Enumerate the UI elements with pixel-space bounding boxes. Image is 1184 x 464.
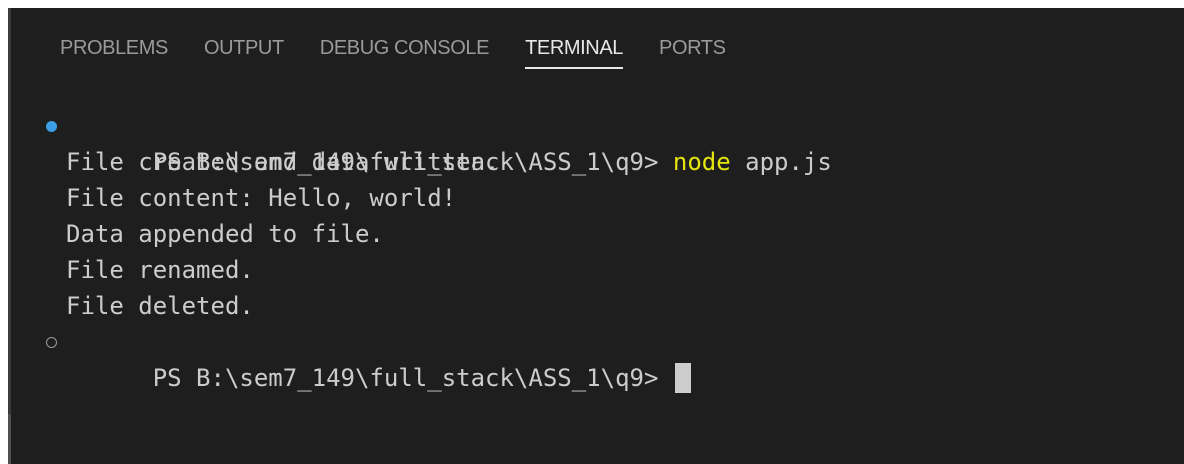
terminal-cursor — [674, 363, 691, 393]
prompt-text: PS B:\sem7_149\full_stack\ASS_1\q9> — [152, 364, 673, 392]
tab-output[interactable]: OUTPUT — [204, 8, 284, 88]
panel-tab-bar: PROBLEMS OUTPUT DEBUG CONSOLE TERMINAL P… — [60, 8, 762, 88]
output-line: File renamed. — [66, 256, 254, 284]
terminal-panel: PROBLEMS OUTPUT DEBUG CONSOLE TERMINAL P… — [8, 8, 1184, 464]
output-line: File created and data written. — [66, 148, 500, 176]
tab-ports[interactable]: PORTS — [659, 8, 726, 88]
prompt-line[interactable]: PS B:\sem7_149\full_stack\ASS_1\q9> — [8, 324, 1184, 393]
left-edge-accent — [8, 414, 11, 464]
tab-debug-console[interactable]: DEBUG CONSOLE — [320, 8, 490, 88]
command-line: PS B:\sem7_149\full_stack\ASS_1\q9> node… — [8, 108, 1184, 176]
command-pending-dot-icon[interactable] — [46, 337, 57, 348]
command-success-dot-icon[interactable] — [46, 121, 57, 132]
tab-terminal[interactable]: TERMINAL — [525, 8, 623, 88]
output-line: File content: Hello, world! — [66, 184, 457, 212]
terminal-output[interactable]: PS B:\sem7_149\full_stack\ASS_1\q9> node… — [8, 108, 1184, 393]
output-line: Data appended to file. — [66, 220, 384, 248]
tab-problems[interactable]: PROBLEMS — [60, 8, 168, 88]
output-line: File deleted. — [66, 292, 254, 320]
